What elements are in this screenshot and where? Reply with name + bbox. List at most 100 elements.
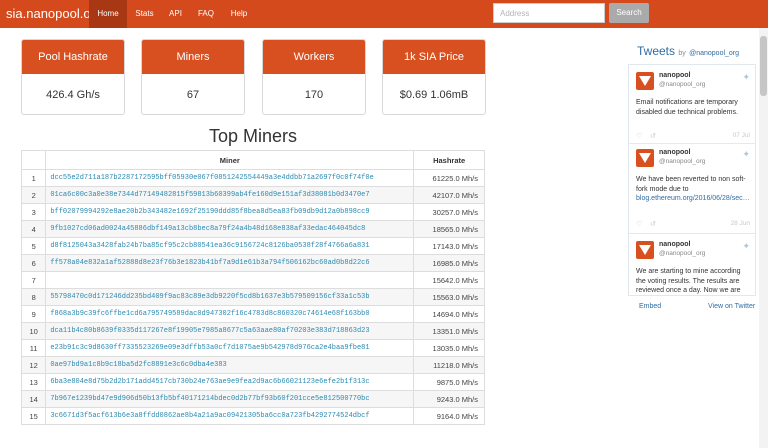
column-header-miner: Miner <box>45 150 415 170</box>
hashrate-cell: 42107.0 Mh/s <box>413 186 485 204</box>
hashrate-cell: 18565.0 Mh/s <box>413 220 485 238</box>
avatar[interactable] <box>636 241 654 259</box>
tweet-date[interactable]: 28 Jun <box>730 220 750 227</box>
hashrate-cell: 15563.0 Mh/s <box>413 288 485 306</box>
rank-cell: 7 <box>20 271 47 289</box>
miner-address-link[interactable]: bff02079994292e8ae20b2b343482e1692f25190… <box>45 203 415 221</box>
miner-address-link[interactable]: dca11b4c80b8639f0335d117267e8f19905e7985… <box>45 322 415 340</box>
rank-cell: 12 <box>20 356 47 374</box>
address-search-input[interactable] <box>493 3 605 23</box>
nav-stats[interactable]: Stats <box>127 0 162 28</box>
twitter-bird-icon[interactable]: ✦ <box>742 241 750 252</box>
tweets-handle-link[interactable]: @nanopool_org <box>689 50 739 57</box>
card-title: Workers <box>263 40 365 74</box>
scrollbar-thumb[interactable] <box>760 36 767 96</box>
top-miners-heading: Top Miners <box>208 126 298 146</box>
tweet-text: Email notifications are temporary disabl… <box>636 99 738 116</box>
hashrate-cell: 9875.0 Mh/s <box>413 373 485 391</box>
tweet-item[interactable]: nanopool @nanopool_org ✦ We have been re… <box>636 149 750 233</box>
hashrate-cell: 13035.0 Mh/s <box>413 339 485 357</box>
miner-address-link[interactable]: 3c6671d3f5acf613b6e3a8ffdd0862ae8b4a21a9… <box>45 407 415 425</box>
rank-cell: 9 <box>20 305 47 323</box>
table-row: 10 dca11b4c80b8639f0335d117267e8f19905e79… <box>20 322 485 340</box>
tweet-author-name[interactable]: nanopool <box>659 241 691 248</box>
top-miners-table: Miner Hashrate 1 dcc55e2d711a187b22871725… <box>20 150 485 425</box>
miner-address-link[interactable] <box>45 271 415 289</box>
hashrate-cell: 17143.0 Mh/s <box>413 237 485 255</box>
avatar[interactable] <box>636 72 654 90</box>
miner-address-link[interactable]: 55798470c0d171246dd235bd409f9ac83c89e3db… <box>45 288 415 306</box>
rank-cell: 3 <box>20 203 47 221</box>
column-header-hashrate: Hashrate <box>413 150 485 170</box>
embed-link[interactable]: Embed <box>639 303 661 310</box>
tweet-item[interactable]: nanopool @nanopool_org ✦ We are starting… <box>636 241 750 295</box>
miner-address-link[interactable]: 7b967e1239bd47e9d906d50b13fb5bf40171214b… <box>45 390 415 408</box>
tweets-heading: Tweets <box>637 44 676 58</box>
tweets-title: Tweets by @nanopool_org <box>637 44 739 58</box>
rank-cell: 2 <box>20 186 47 204</box>
table-row: 9 f868a3b9c39fc6ffbe1cd6a795749589dac0d94… <box>20 305 485 323</box>
table-row: 7 15642.0 Mh/s <box>20 271 485 289</box>
card-value: 67 <box>186 89 200 101</box>
tweet-actions: ♡ ↺ <box>636 220 656 228</box>
twitter-bird-icon[interactable]: ✦ <box>742 72 750 83</box>
pool-hashrate-card: Pool Hashrate 426.4 Gh/s <box>21 39 125 115</box>
like-icon[interactable]: ♡ <box>636 221 642 228</box>
miners-card: Miners 67 <box>141 39 245 115</box>
retweet-icon[interactable]: ↺ <box>650 133 656 140</box>
rank-cell: 5 <box>20 237 47 255</box>
tweet-author-name[interactable]: nanopool <box>659 72 691 79</box>
sia-price-card: 1k SIA Price $0.69 1.06mB <box>382 39 486 115</box>
tweet-author-name[interactable]: nanopool <box>659 149 691 156</box>
avatar[interactable] <box>636 149 654 167</box>
tweet-author-handle[interactable]: @nanopool_org <box>659 250 705 257</box>
view-on-twitter-link[interactable]: View on Twitter <box>708 303 755 310</box>
miner-address-link[interactable]: 6ba3e804e8d75b2d2b171add4517cb730b24e763… <box>45 373 415 391</box>
hashrate-cell: 30257.0 Mh/s <box>413 203 485 221</box>
like-icon[interactable]: ♡ <box>636 133 642 140</box>
column-header-rank <box>20 150 47 170</box>
search-button[interactable]: Search <box>609 3 649 23</box>
hashrate-cell: 16985.0 Mh/s <box>413 254 485 272</box>
miner-address-link[interactable]: 9fb1027cd06ad0024a45886dbf149a13cb8bec8a… <box>45 220 415 238</box>
twitter-timeline[interactable]: nanopool @nanopool_org ✦ Email notificat… <box>628 64 756 296</box>
table-row: 4 9fb1027cd06ad0024a45886dbf149a13cb8bec8… <box>20 220 485 238</box>
tweet-text: We have been reverted to non soft-fork m… <box>636 176 746 193</box>
retweet-icon[interactable]: ↺ <box>650 221 656 228</box>
hashrate-cell: 9164.0 Mh/s <box>413 407 485 425</box>
table-row: 3 bff02079994292e8ae20b2b343482e1692f2519… <box>20 203 485 221</box>
miner-address-link[interactable]: 0ae97bd9a1c8b9c18ba5d2fc8891e3c6c0dba4e3… <box>45 356 415 374</box>
miner-address-link[interactable]: dcc55e2d711a187b2287172595bff05930e067f0… <box>45 169 415 187</box>
miner-address-link[interactable]: d8f8125043a3428fab24b7ba85cf95c2cb80541e… <box>45 237 415 255</box>
miner-address-link[interactable]: f868a3b9c39fc6ffbe1cd6a795749589dac0d947… <box>45 305 415 323</box>
rank-cell: 11 <box>20 339 47 357</box>
table-row: 6 ff578a04e832a1af52888d8e23f76b3e1823b41… <box>20 254 485 272</box>
tweet-link[interactable]: blog.ethereum.org/2016/06/28/sec… <box>636 195 750 202</box>
table-row: 2 01ca6c00c3a0e38e7344d77149482815f59813b… <box>20 186 485 204</box>
tweet-actions: ♡ ↺ <box>636 132 656 140</box>
hashrate-cell: 11218.0 Mh/s <box>413 356 485 374</box>
table-row: 13 6ba3e804e8d75b2d2b171add4517cb730b24e7… <box>20 373 485 391</box>
nav-api[interactable]: API <box>162 0 189 28</box>
tweet-author-handle[interactable]: @nanopool_org <box>659 158 705 165</box>
nav-faq[interactable]: FAQ <box>189 0 223 28</box>
brand-logo[interactable]: sia.nanopool.org <box>6 6 102 21</box>
tweet-body: We have been reverted to non soft-fork m… <box>636 175 750 204</box>
table-row: 12 0ae97bd9a1c8b9c18ba5d2fc8891e3c6c0dba4… <box>20 356 485 374</box>
rank-cell: 14 <box>20 390 47 408</box>
nav-home[interactable]: Home <box>89 0 127 28</box>
card-title: Miners <box>142 40 244 74</box>
tweet-date[interactable]: 07 Jul <box>733 132 750 139</box>
tweet-author-handle[interactable]: @nanopool_org <box>659 81 705 88</box>
nanopool-logo-icon <box>639 76 651 86</box>
card-title: 1k SIA Price <box>383 40 485 74</box>
card-value: 426.4 Gh/s <box>46 89 100 101</box>
workers-card: Workers 170 <box>262 39 366 115</box>
miner-address-link[interactable]: 01ca6c00c3a0e38e7344d77149482815f59813b6… <box>45 186 415 204</box>
nav-help[interactable]: Help <box>223 0 255 28</box>
rank-cell: 1 <box>20 169 47 187</box>
twitter-bird-icon[interactable]: ✦ <box>742 149 750 160</box>
tweet-item[interactable]: nanopool @nanopool_org ✦ Email notificat… <box>636 72 750 144</box>
miner-address-link[interactable]: e23b91c3c9d8630ff7335523269e09e3dffb53a0… <box>45 339 415 357</box>
miner-address-link[interactable]: ff578a04e832a1af52888d8e23f76b3e1823b41b… <box>45 254 415 272</box>
